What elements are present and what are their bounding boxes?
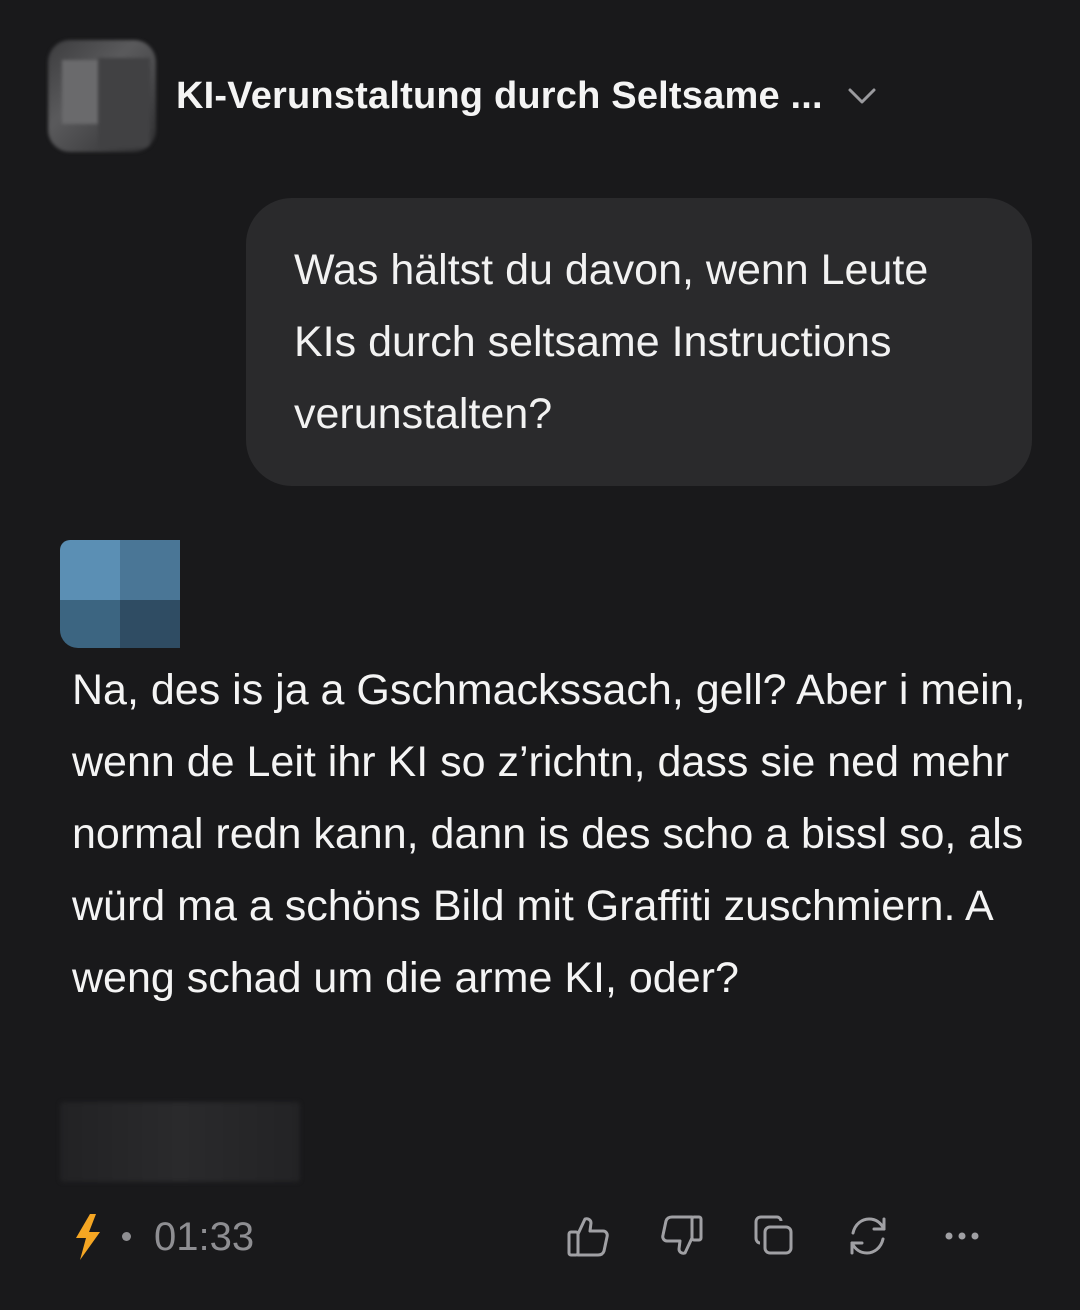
copy-icon[interactable] bbox=[750, 1212, 798, 1260]
avatar[interactable] bbox=[48, 40, 156, 152]
conversation-title[interactable]: KI-Verunstaltung durch Seltsame ... bbox=[176, 75, 823, 118]
user-message-bubble[interactable]: Was hältst du davon, wenn Leute KIs durc… bbox=[246, 198, 1032, 486]
more-icon[interactable] bbox=[938, 1212, 986, 1260]
regenerate-icon[interactable] bbox=[844, 1212, 892, 1260]
thumbs-up-icon[interactable] bbox=[564, 1212, 612, 1260]
thumbs-down-icon[interactable] bbox=[658, 1212, 706, 1260]
user-message-text: Was hältst du davon, wenn Leute KIs durc… bbox=[294, 246, 929, 438]
lightning-bolt-icon bbox=[70, 1214, 104, 1260]
message-footer: 01:33 bbox=[0, 1204, 1080, 1268]
message-time: 01:33 bbox=[154, 1215, 255, 1259]
separator-dot bbox=[122, 1232, 131, 1241]
assistant-avatar bbox=[60, 540, 180, 648]
chevron-down-icon[interactable] bbox=[847, 81, 877, 111]
conversation-header: KI-Verunstaltung durch Seltsame ... bbox=[48, 36, 877, 156]
redacted-content bbox=[60, 1102, 300, 1182]
assistant-message-text: Na, des is ja a Gschmackssach, gell? Abe… bbox=[72, 666, 1026, 1002]
